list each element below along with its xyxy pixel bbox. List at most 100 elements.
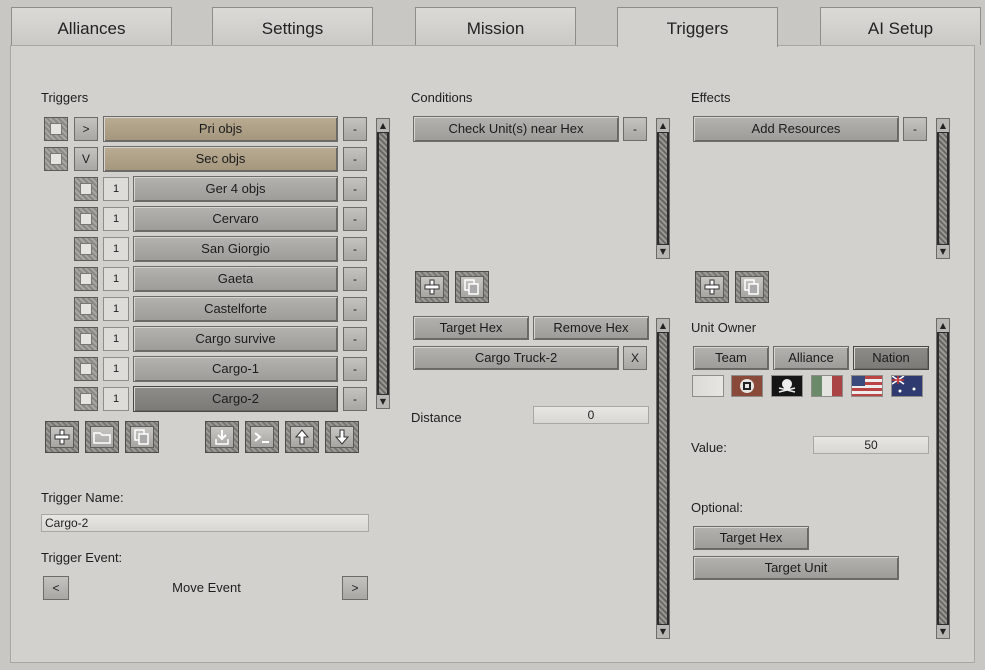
effects-scrollbar[interactable]: ▲ ▼ [936,118,950,259]
trigger-count[interactable]: 1 [103,237,129,261]
remove-trigger-button[interactable]: - [343,387,367,411]
remove-trigger-button[interactable]: - [343,207,367,231]
owner-nation-button[interactable]: Nation [853,346,929,370]
effect-item[interactable]: Add Resources [693,116,899,142]
trigger-item-pri-objs[interactable]: Pri objs [103,116,338,142]
distance-input[interactable]: 0 [533,406,649,424]
copy-condition-button[interactable] [455,271,489,303]
trigger-count[interactable]: 1 [103,327,129,351]
trigger-checkbox[interactable] [74,327,98,351]
folder-icon [93,432,111,444]
add-effect-button[interactable] [695,271,729,303]
condition-details-scrollbar[interactable]: ▲ ▼ [656,318,670,639]
move-up-button[interactable] [285,421,319,453]
trigger-checkbox[interactable] [74,387,98,411]
remove-effect-button[interactable]: - [903,117,927,141]
remove-unit-button[interactable]: X [623,346,647,370]
trigger-item[interactable]: Ger 4 objs [133,176,338,202]
trigger-count[interactable]: 1 [103,267,129,291]
trigger-checkbox[interactable] [44,147,68,171]
trigger-checkbox[interactable] [74,237,98,261]
trigger-name-input[interactable]: Cargo-2 [41,514,369,532]
trigger-count[interactable]: 1 [103,207,129,231]
scroll-up-icon[interactable]: ▲ [937,319,949,332]
scroll-track[interactable] [939,333,947,624]
owner-alliance-button[interactable]: Alliance [773,346,849,370]
remove-trigger-button[interactable]: - [343,237,367,261]
scroll-down-icon[interactable]: ▼ [657,245,669,258]
trigger-checkbox[interactable] [74,267,98,291]
australia-flag-graphic [892,376,916,393]
condition-unit-item[interactable]: Cargo Truck-2 [413,346,619,370]
trigger-name-label: Trigger Name: [41,490,124,505]
plus-icon [54,429,70,445]
expand-toggle-button[interactable]: V [74,147,98,171]
remove-trigger-button[interactable]: - [343,147,367,171]
scroll-up-icon[interactable]: ▲ [937,119,949,132]
trigger-item[interactable]: San Giorgio [133,236,338,262]
effect-target-unit-button[interactable]: Target Unit [693,556,899,580]
scroll-down-icon[interactable]: ▼ [657,625,669,638]
copy-effect-button[interactable] [735,271,769,303]
trigger-count[interactable]: 1 [103,387,129,411]
remove-trigger-button[interactable]: - [343,327,367,351]
add-condition-button[interactable] [415,271,449,303]
expand-toggle-button[interactable]: > [74,117,98,141]
value-input[interactable]: 50 [813,436,929,454]
trigger-checkbox[interactable] [74,357,98,381]
add-trigger-button[interactable] [45,421,79,453]
scroll-up-icon[interactable]: ▲ [377,119,389,132]
conditions-scrollbar[interactable]: ▲ ▼ [656,118,670,259]
target-hex-button[interactable]: Target Hex [413,316,529,340]
copy-icon [744,279,759,295]
scroll-down-icon[interactable]: ▼ [937,245,949,258]
condition-item[interactable]: Check Unit(s) near Hex [413,116,619,142]
scroll-down-icon[interactable]: ▼ [937,625,949,638]
remove-trigger-button[interactable]: - [343,267,367,291]
scroll-track[interactable] [379,133,387,394]
remove-trigger-button[interactable]: - [343,357,367,381]
usa-flag-icon[interactable] [851,375,883,397]
move-down-button[interactable] [325,421,359,453]
add-folder-button[interactable] [85,421,119,453]
remove-hex-button[interactable]: Remove Hex [533,316,649,340]
scroll-down-icon[interactable]: ▼ [377,395,389,408]
trigger-count[interactable]: 1 [103,297,129,321]
trigger-item-selected[interactable]: Cargo-2 [133,386,338,412]
scroll-up-icon[interactable]: ▲ [657,319,669,332]
owner-team-button[interactable]: Team [693,346,769,370]
remove-trigger-button[interactable]: - [343,177,367,201]
next-event-button[interactable]: > [342,576,368,600]
import-trigger-button[interactable] [205,421,239,453]
pirate-flag-icon[interactable] [771,375,803,397]
trigger-item[interactable]: Cargo survive [133,326,338,352]
copy-trigger-button[interactable] [125,421,159,453]
remove-condition-button[interactable]: - [623,117,647,141]
trigger-item[interactable]: Castelforte [133,296,338,322]
trigger-checkbox[interactable] [74,297,98,321]
trigger-count[interactable]: 1 [103,357,129,381]
remove-trigger-button[interactable]: - [343,297,367,321]
trigger-item[interactable]: Cervaro [133,206,338,232]
console-button[interactable] [245,421,279,453]
scroll-track[interactable] [659,133,667,244]
scroll-track[interactable] [939,133,947,244]
effects-label: Effects [691,90,731,105]
effect-details-scrollbar[interactable]: ▲ ▼ [936,318,950,639]
trigger-item[interactable]: Cargo-1 [133,356,338,382]
effect-target-hex-button[interactable]: Target Hex [693,526,809,550]
trigger-item[interactable]: Gaeta [133,266,338,292]
scroll-track[interactable] [659,333,667,624]
italian-flag-icon[interactable] [811,375,843,397]
australia-flag-icon[interactable] [891,375,923,397]
scroll-up-icon[interactable]: ▲ [657,119,669,132]
trigger-checkbox[interactable] [74,207,98,231]
trigger-checkbox[interactable] [44,117,68,141]
trigger-item-sec-objs[interactable]: Sec objs [103,146,338,172]
german-flag-icon[interactable] [731,375,763,397]
empty-flag-icon[interactable] [692,375,724,397]
remove-trigger-button[interactable]: - [343,117,367,141]
trigger-checkbox[interactable] [74,177,98,201]
triggers-scrollbar[interactable]: ▲ ▼ [376,118,390,409]
trigger-count[interactable]: 1 [103,177,129,201]
